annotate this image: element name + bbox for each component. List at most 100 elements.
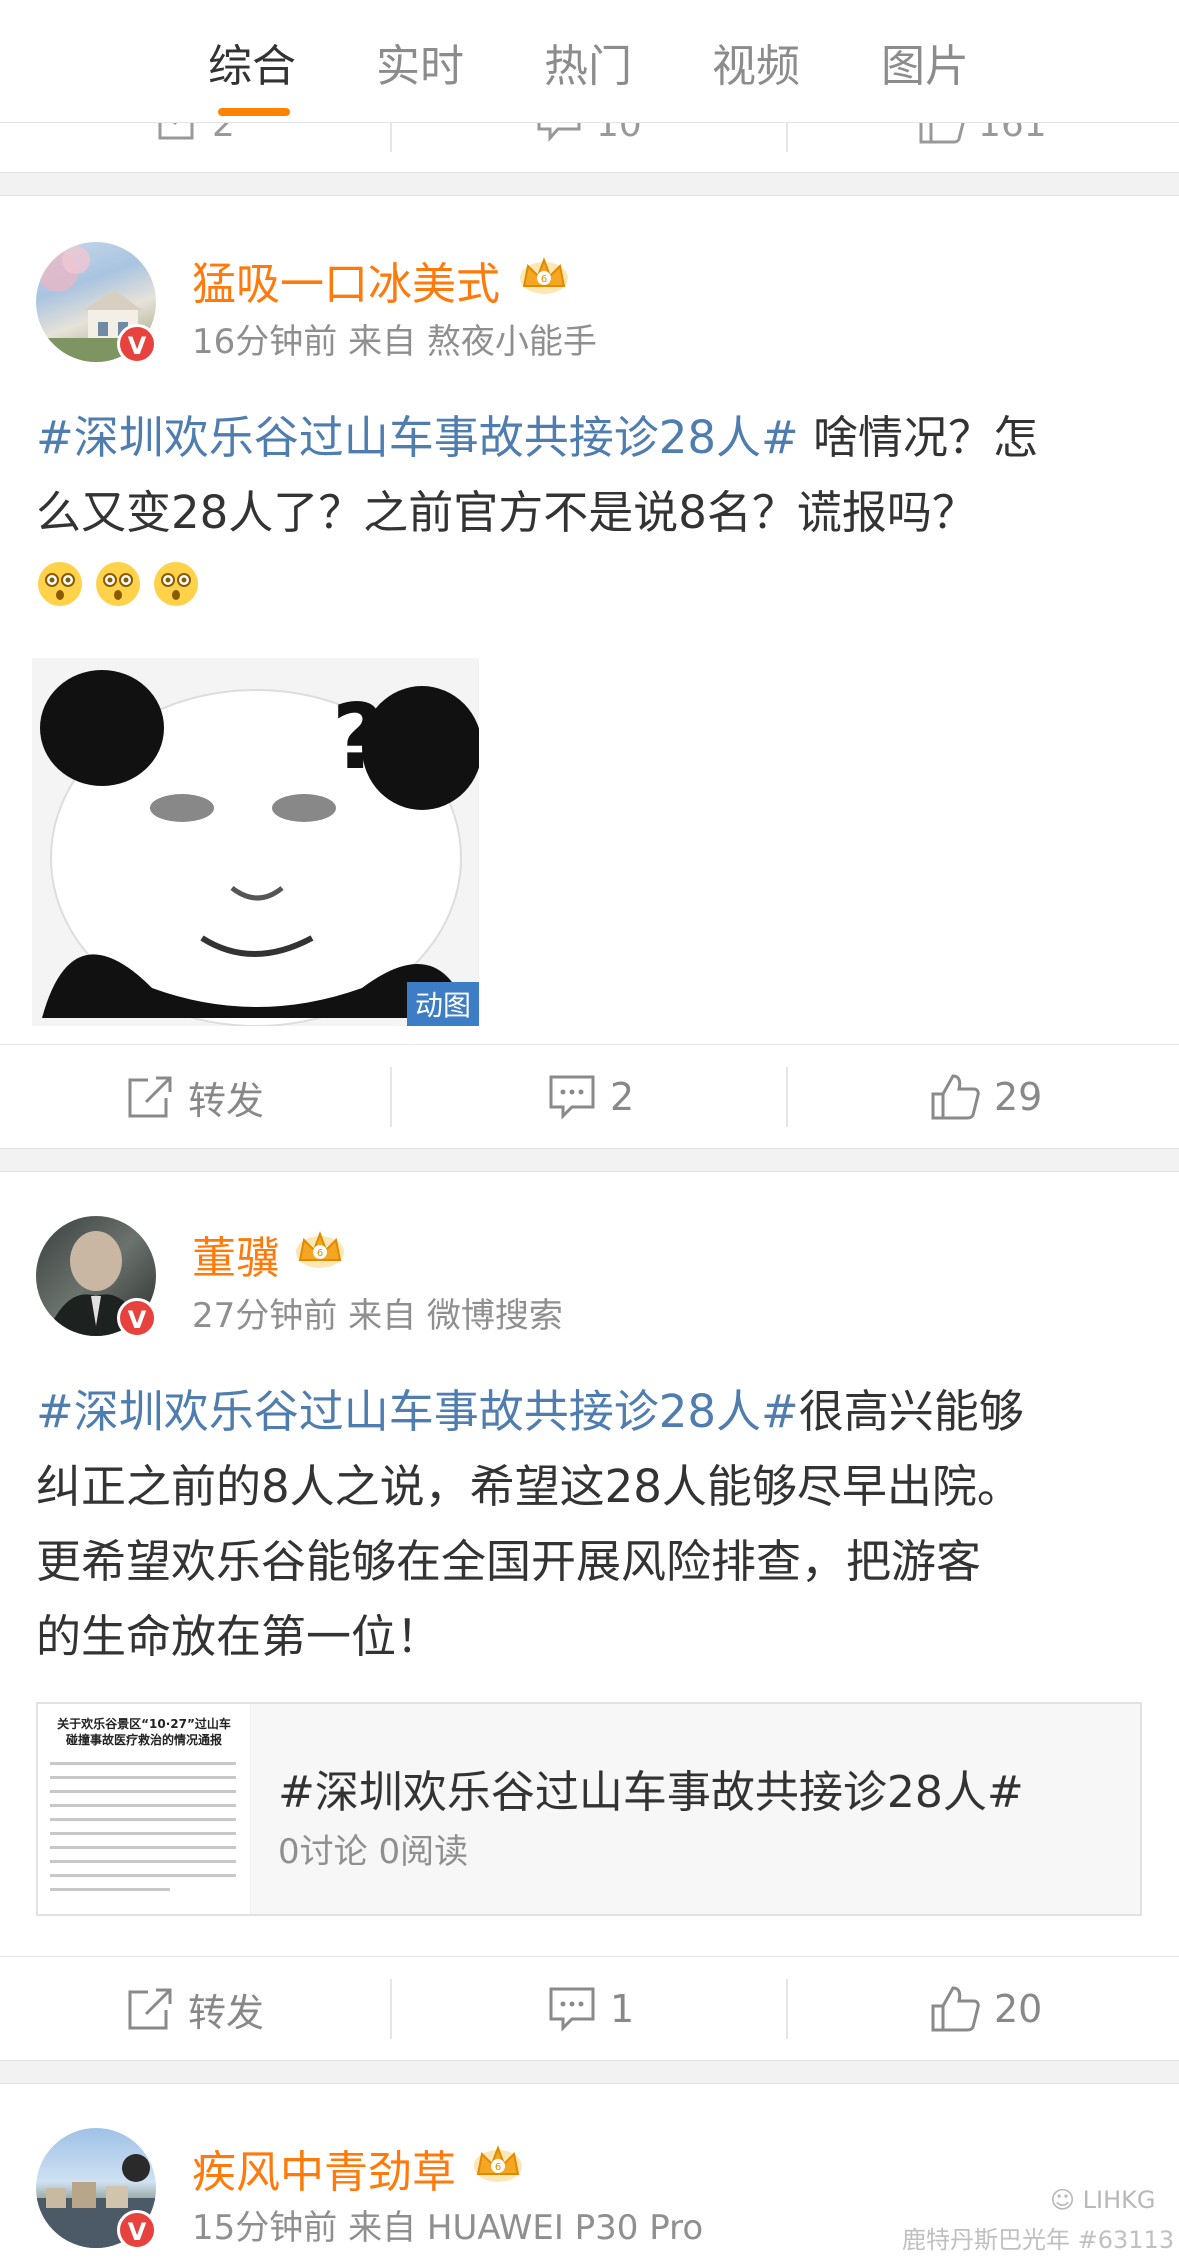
post-time: 27分钟前 (192, 1296, 338, 1336)
previous-post-actions: 2 10 161 (0, 122, 1179, 172)
post-action-bar: 转发 1 20 (0, 1956, 1179, 2061)
username[interactable]: 猛吸一口冰美式 (192, 248, 500, 312)
divider (390, 122, 392, 152)
tab-hot[interactable]: 热门 (544, 30, 632, 94)
like-count: 29 (994, 1075, 1043, 1119)
divider (786, 1979, 788, 2039)
dizzy-face-emoji (38, 562, 82, 606)
divider (390, 1979, 392, 2039)
comment-icon (549, 1987, 595, 2032)
dizzy-face-emoji (96, 562, 140, 606)
topic-card-stats: 0讨论 0阅读 (278, 1832, 469, 1872)
comment-icon[interactable] (536, 122, 582, 142)
svg-text:?: ? (332, 685, 384, 790)
comment-count: 1 (610, 1987, 635, 2031)
vip-crown-icon: 6 (296, 1231, 344, 1268)
verified-badge: V (117, 324, 157, 364)
document-line (50, 1790, 236, 1793)
svg-text:6: 6 (317, 1248, 323, 1259)
like-icon (931, 1986, 980, 2032)
document-line (50, 1832, 236, 1835)
document-line (50, 1888, 170, 1891)
feed-separator (0, 2060, 1179, 2084)
document-line (50, 1776, 236, 1779)
post-action-bar: 转发 2 29 (0, 1044, 1179, 1149)
post-source: 来自 熬夜小能手 (348, 322, 597, 362)
watermark-text: LIHKG (1082, 2186, 1156, 2214)
hashtag-link[interactable]: #深圳欢乐谷过山车事故共接诊28人# (36, 1385, 799, 1438)
repost-button[interactable]: 转发 (126, 1957, 264, 2061)
like-button[interactable]: 20 (930, 1957, 1042, 2061)
repost-icon (128, 1988, 172, 2030)
smiley-icon: ☺ (1050, 2186, 1076, 2214)
document-line (50, 1846, 236, 1849)
post-text-line: 啥情况？怎 (798, 411, 1038, 464)
post-time: 15分钟前 (192, 2208, 338, 2248)
document-line (50, 1804, 236, 1807)
like-icon (931, 1074, 980, 1120)
like-button[interactable]: 29 (930, 1045, 1042, 1149)
watermark-logo: ☺ LIHKG (1050, 2186, 1156, 2214)
repost-icon[interactable] (156, 122, 200, 142)
feed-separator (0, 1148, 1179, 1172)
repost-icon (128, 1076, 172, 1118)
divider (786, 122, 788, 152)
document-line (50, 1818, 236, 1821)
like-count: 20 (994, 1987, 1043, 2031)
svg-text:6: 6 (495, 2162, 501, 2173)
document-line (50, 1762, 236, 1765)
username[interactable]: 董骥 (192, 1222, 280, 1286)
svg-text:6: 6 (541, 274, 547, 285)
comment-count: 2 (610, 1075, 635, 1119)
post-meta: 27分钟前 来自 微博搜索 (192, 1288, 563, 1337)
prev-comment-count: 10 (596, 122, 642, 145)
post-text-line: 纠正之前的8人之说，希望这28人能够尽早出院。 (36, 1460, 1022, 1513)
post-source: 来自 HUAWEI P30 Pro (348, 2208, 704, 2248)
vip-crown-icon: 6 (474, 2145, 522, 2182)
repost-label: 转发 (188, 1990, 265, 2035)
post-image[interactable]: ? 动图 (32, 658, 479, 1026)
watermark-text: 鹿特丹斯巴光年 #63113 (902, 2226, 1175, 2254)
post-time: 16分钟前 (192, 322, 338, 362)
topic-card-title: #深圳欢乐谷过山车事故共接诊28人# (278, 1767, 1024, 1818)
topic-card-image: 关于欢乐谷景区“10·27”过山车碰撞事故医疗救治的情况通报 (38, 1704, 251, 1914)
post-text-line: 更希望欢乐谷能够在全国开展风险排查，把游客 (36, 1535, 982, 1588)
dizzy-face-emoji (154, 562, 198, 606)
search-tab-bar: 综合 实时 热门 视频 图片 (0, 0, 1179, 123)
comment-icon (549, 1075, 595, 1120)
divider (390, 1067, 392, 1127)
gif-badge: 动图 (406, 982, 479, 1026)
tab-pictures[interactable]: 图片 (881, 30, 969, 94)
comment-button[interactable]: 2 (548, 1045, 634, 1149)
like-icon[interactable] (918, 122, 966, 144)
tab-video[interactable]: 视频 (712, 30, 800, 94)
active-tab-indicator (218, 108, 290, 116)
post-meta: 16分钟前 来自 熬夜小能手 (192, 314, 597, 363)
tab-comprehensive[interactable]: 综合 (208, 30, 296, 94)
topic-card[interactable]: 关于欢乐谷景区“10·27”过山车碰撞事故医疗救治的情况通报 #深圳欢乐谷过山车… (36, 1702, 1142, 1916)
post-text: #深圳欢乐谷过山车事故共接诊28人# 啥情况？怎 么又变28人了？之前官方不是说… (36, 400, 1146, 550)
comment-button[interactable]: 1 (548, 1957, 634, 2061)
notice-document-title: 关于欢乐谷景区“10·27”过山车碰撞事故医疗救治的情况通报 (57, 1717, 231, 1747)
vip-crown-icon: 6 (520, 257, 568, 294)
repost-button[interactable]: 转发 (126, 1045, 264, 1149)
post-text: #深圳欢乐谷过山车事故共接诊28人#很高兴能够 纠正之前的8人之说，希望这28人… (36, 1374, 1146, 1674)
panda-meme-image: ? (32, 658, 479, 1026)
post-source: 来自 微博搜索 (348, 1296, 563, 1336)
post-text-line: 么又变28人了？之前官方不是说8名？谎报吗？ (36, 486, 977, 539)
repost-label: 转发 (188, 1078, 265, 1123)
divider (786, 1067, 788, 1127)
document-line (50, 1860, 236, 1863)
prev-repost-count: 2 (212, 122, 235, 145)
feed-separator (0, 172, 1179, 196)
emoji-row (36, 560, 210, 612)
tab-realtime[interactable]: 实时 (376, 30, 464, 94)
post-meta: 15分钟前 来自 HUAWEI P30 Pro (192, 2200, 703, 2249)
prev-like-count: 161 (978, 122, 1047, 145)
verified-badge: V (117, 1298, 157, 1338)
document-line (50, 1874, 236, 1877)
username[interactable]: 疾风中青劲草 (192, 2136, 456, 2200)
post-text-line: 的生命放在第一位！ (36, 1610, 442, 1663)
verified-badge: V (117, 2210, 157, 2250)
hashtag-link[interactable]: #深圳欢乐谷过山车事故共接诊28人# (36, 411, 799, 464)
